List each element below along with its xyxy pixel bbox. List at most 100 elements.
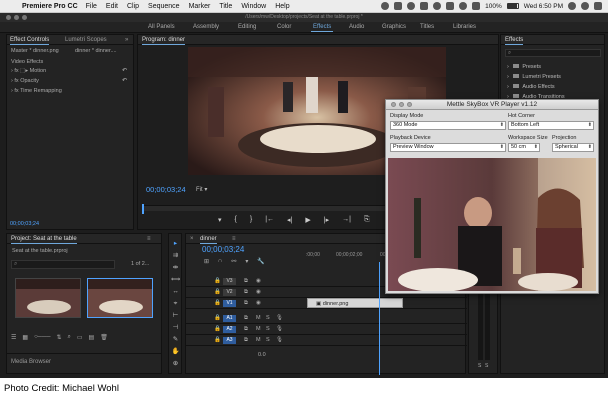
add-marker-icon[interactable]: ▾ (245, 258, 248, 265)
workspace-libraries[interactable]: Libraries (453, 24, 476, 30)
export-frame-icon[interactable]: ⎘ (364, 216, 370, 224)
timeline-clip-dinner-png[interactable]: ▣ dinner.png (307, 298, 403, 308)
snap-icon[interactable]: ∩ (218, 258, 222, 265)
time-machine-icon[interactable] (433, 2, 442, 10)
track-a3[interactable]: 🔒 A3 ⧉ M S 🎙 (186, 335, 467, 346)
go-to-out-icon[interactable]: →| (342, 216, 351, 224)
effect-row-time-remapping[interactable]: › fx Time Remapping (11, 88, 62, 94)
go-to-in-icon[interactable]: |← (265, 216, 274, 224)
vr-preview-video[interactable] (388, 158, 596, 291)
track-select-tool-icon[interactable]: ⇉ (171, 252, 180, 260)
add-marker-icon[interactable]: ▾ (218, 216, 222, 224)
project-thumbnail-dinner-sequence[interactable] (87, 278, 153, 318)
sync-lock-icon[interactable]: ⧉ (244, 337, 248, 344)
tab-media-browser[interactable]: Media Browser (11, 359, 51, 365)
sort-icon[interactable]: ⇅ (56, 334, 61, 341)
workspace-effects[interactable]: Effects (310, 24, 334, 32)
menu-help[interactable]: Help (275, 3, 289, 10)
close-sequence-icon[interactable]: × (190, 236, 194, 242)
eye-icon[interactable]: ◉ (256, 300, 261, 306)
lock-icon[interactable]: 🔒 (214, 289, 221, 295)
tab-lumetri-scopes[interactable]: Lumetri Scopes (65, 37, 107, 43)
skybox-title-bar[interactable]: Mettle SkyBox VR Player v1.12 (386, 100, 598, 110)
menu-window[interactable]: Window (241, 3, 266, 10)
spotlight-icon[interactable] (568, 2, 576, 10)
list-view-icon[interactable]: ☰ (11, 334, 16, 341)
workspace-audio[interactable]: Audio (349, 24, 364, 30)
panel-menu-icon[interactable]: ≡ (232, 236, 236, 242)
sync-lock-icon[interactable]: ⧉ (244, 300, 248, 307)
tab-project[interactable]: Project: Seat at the table (11, 236, 77, 244)
rate-stretch-tool-icon[interactable]: ↔ (171, 288, 180, 296)
mic-icon[interactable]: 🎙 (276, 337, 283, 343)
sync-lock-icon[interactable]: ⧉ (244, 278, 248, 285)
notification-center-icon[interactable] (594, 2, 602, 10)
mute-icon[interactable]: M (256, 337, 261, 343)
timeline-settings-icon[interactable]: 🔧 (257, 258, 264, 265)
volume-icon[interactable] (472, 2, 481, 10)
app-menu[interactable]: Premiere Pro CC (22, 3, 78, 10)
insert-nest-icon[interactable]: ⊞ (204, 258, 209, 265)
project-search-input[interactable]: ⌕ (11, 260, 115, 269)
expand-arrow-icon[interactable]: › (11, 88, 13, 94)
mic-icon[interactable]: 🎙 (276, 315, 283, 321)
sync-lock-icon[interactable]: ⧉ (244, 326, 248, 333)
slide-tool-icon[interactable]: ⊣ (171, 324, 180, 332)
projection-select[interactable]: Spherical (552, 143, 594, 152)
workspace-color[interactable]: Color (277, 24, 291, 30)
reset-motion-icon[interactable]: ↶ (122, 67, 127, 74)
mic-icon[interactable]: 🎙 (276, 326, 283, 332)
workspace-titles[interactable]: Titles (420, 24, 434, 30)
sync-lock-icon[interactable]: ⧉ (244, 289, 248, 296)
zoom-tool-icon[interactable]: ⊕ (171, 360, 180, 368)
mute-icon[interactable]: M (256, 326, 261, 332)
find-icon[interactable]: ⌕ (67, 334, 70, 341)
track-label[interactable]: V1 (223, 300, 236, 307)
close-window-icon[interactable] (6, 15, 11, 20)
solo-icon[interactable]: S (266, 326, 270, 332)
battery-icon[interactable] (506, 3, 519, 9)
display-icon[interactable] (394, 2, 403, 10)
lock-icon[interactable]: 🔒 (214, 315, 221, 321)
workspace-graphics[interactable]: Graphics (382, 24, 406, 30)
fx-folder-audio-effects[interactable]: › Audio Effects (507, 84, 555, 90)
fx-folder-presets[interactable]: › Presets (507, 64, 541, 70)
mark-in-icon[interactable]: { (235, 216, 237, 224)
fx-folder-lumetri-presets[interactable]: › Lumetri Presets (507, 74, 561, 80)
step-back-icon[interactable]: ◂| (287, 216, 292, 224)
workspace-size-stepper[interactable]: 50 cm (508, 143, 540, 152)
zoom-fit-select[interactable]: Fit ▾ (196, 186, 207, 193)
solo-right-button[interactable]: S (485, 363, 488, 369)
dropbox-icon[interactable] (420, 2, 429, 10)
effect-row-opacity[interactable]: › fx Opacity (11, 78, 39, 84)
track-a2[interactable]: 🔒 A2 ⧉ M S 🎙 (186, 324, 467, 335)
play-icon[interactable]: ▶ (305, 216, 310, 224)
new-item-icon[interactable]: ▤ (89, 334, 95, 341)
tab-effect-controls[interactable]: Effect Controls (10, 37, 50, 45)
expand-arrow-icon[interactable]: › (11, 68, 13, 74)
tab-sequence-dinner[interactable]: dinner (200, 236, 217, 244)
lock-icon[interactable]: 🔒 (214, 278, 221, 284)
mark-out-icon[interactable]: } (250, 216, 252, 224)
sync-lock-icon[interactable]: ⧉ (244, 315, 248, 322)
trash-icon[interactable]: 🗑 (100, 334, 108, 341)
workspace-all-panels[interactable]: All Panels (148, 24, 175, 30)
solo-icon[interactable]: S (266, 337, 270, 343)
effects-search-input[interactable]: ⌕ (505, 49, 601, 57)
track-label[interactable]: A1 (223, 315, 236, 322)
panel-overflow-icon[interactable]: » (125, 37, 128, 43)
solo-left-button[interactable]: S (478, 363, 481, 369)
eye-icon[interactable]: ◉ (256, 278, 261, 284)
menu-title[interactable]: Title (219, 3, 232, 10)
program-timecode[interactable]: 00;00;03;24 (146, 185, 186, 194)
linked-selection-icon[interactable]: ⚯ (231, 258, 236, 265)
timeline-timecode[interactable]: 00;00;03;24 (202, 245, 244, 254)
track-a1[interactable]: 🔒 A1 ⧉ M S 🎙 (186, 313, 467, 324)
razor-tool-icon[interactable]: ⌖ (171, 300, 180, 308)
clock[interactable]: Wed 6:50 PM (524, 3, 563, 10)
effect-controls-timecode[interactable]: 00;00;03;24 (10, 221, 39, 227)
menu-file[interactable]: File (86, 3, 97, 10)
tab-effects[interactable]: Effects (505, 37, 524, 45)
playback-device-select[interactable]: Preview Window (390, 143, 506, 152)
track-label[interactable]: A2 (223, 326, 236, 333)
